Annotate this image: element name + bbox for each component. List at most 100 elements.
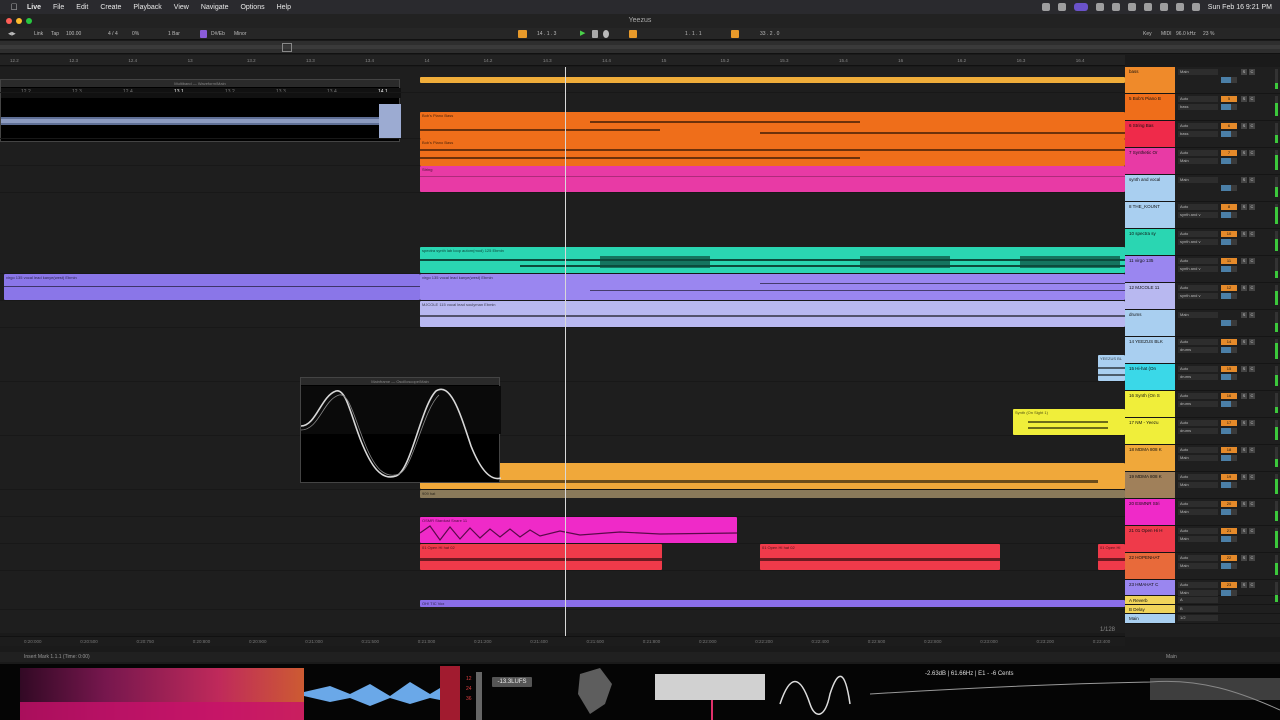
arrangement-overview[interactable] (0, 41, 1280, 54)
apple-icon[interactable]:  (9, 2, 19, 12)
track-input-select[interactable]: Auto (1178, 528, 1218, 534)
track-name[interactable]: 14 YEEZUS BLK (1129, 339, 1175, 344)
track-header[interactable]: 19 MDMA 808 K Auto Main 19 S C (1125, 472, 1280, 499)
track-activator-button[interactable]: 15 (1221, 366, 1237, 372)
time-ruler[interactable]: 0:20:000 0:20:500 0:20:750 0:20:800 0:20:900… (0, 636, 1125, 646)
track-volume-slider[interactable] (1221, 239, 1237, 245)
track-activator-button[interactable]: 6 (1221, 123, 1237, 129)
track-volume-slider[interactable] (1221, 266, 1237, 272)
track-header[interactable]: 16 Synth (On S Auto drums 16 S C (1125, 391, 1280, 418)
lane-virgo[interactable]: virgo 135 vocal lead kanye(west) Ebmin v… (0, 274, 1125, 301)
tempo-field[interactable]: 100.00 (66, 31, 81, 37)
overview-viewport[interactable] (282, 43, 292, 52)
track-volume-slider[interactable] (1221, 374, 1237, 380)
clip-vox-fx[interactable]: OH! TIC Vox (420, 600, 1125, 607)
track-name[interactable]: drums (1129, 312, 1175, 317)
chat-icon[interactable] (1095, 3, 1104, 11)
clip-808-kick[interactable]: 909 kick (420, 463, 1125, 489)
beat-time-ruler[interactable]: 12.2 12.3 12.4 13 13.2 13.3 13.4 14 14.2 14.3 14.4… (0, 55, 1125, 66)
menu-app[interactable]: Live (27, 4, 41, 11)
link-button[interactable]: Link (34, 31, 43, 37)
clip-spectra[interactable]: spectra synth lab loop autom(mod) 125 Eb… (420, 247, 1125, 273)
menu-playback[interactable]: Playback (133, 4, 161, 11)
track-output-select[interactable]: Main (1178, 455, 1218, 461)
scale-root-select[interactable]: D#/Eb (211, 31, 225, 37)
track-header[interactable]: 18 MDMA 808 K Auto Main 18 S C (1125, 445, 1280, 472)
track-name[interactable]: 19 MDMA 808 K (1129, 474, 1175, 479)
track-name[interactable]: 18 MDMA 808 K (1129, 447, 1175, 452)
track-activator-button[interactable]: 19 (1221, 474, 1237, 480)
track-header[interactable]: 8 THE_KOUNT Auto synth and v8SC (1125, 202, 1280, 229)
clip-piano-bass-2[interactable]: Bob's Piano Bass (420, 139, 1125, 166)
track-activator-button[interactable]: 22 (1221, 555, 1237, 561)
clip-yeezus[interactable]: YEEZUS BL (1098, 355, 1125, 381)
track-input-select[interactable]: Auto (1178, 474, 1218, 480)
track-name[interactable]: B Delay (1129, 607, 1175, 612)
track-volume-slider[interactable] (1221, 104, 1237, 110)
solo-button[interactable]: S (1241, 501, 1247, 507)
lane-synth-on-sight[interactable]: Synth (On Sight 1) (0, 409, 1125, 436)
key-map-button[interactable]: Key (1143, 31, 1152, 37)
record-button[interactable] (603, 30, 609, 38)
track-activator-button[interactable]: 17 (1221, 420, 1237, 426)
track-header[interactable]: 15 Hi-hat (On Auto drums 15 S C (1125, 364, 1280, 391)
scale-icon[interactable] (200, 30, 207, 38)
solo-button[interactable]: S (1241, 69, 1247, 75)
scale-name-select[interactable]: Minor (234, 31, 247, 37)
song-position-field[interactable]: 14 . 1 . 3 (537, 31, 556, 37)
track-input-select[interactable]: Auto (1178, 393, 1218, 399)
clip-open-hihat-3[interactable]: 01 Open HI (1098, 544, 1125, 570)
track-input-select[interactable]: Auto (1178, 582, 1218, 588)
track-name[interactable]: 7 Synthetic Or (1129, 150, 1175, 155)
control-center-icon[interactable] (1191, 3, 1200, 11)
arm-button[interactable]: C (1249, 528, 1255, 534)
solo-button[interactable]: S (1241, 447, 1247, 453)
tap-button[interactable]: Tap (51, 31, 59, 37)
solo-button[interactable]: S (1241, 339, 1247, 345)
solo-button[interactable]: S (1241, 393, 1247, 399)
arm-button[interactable]: C (1249, 96, 1255, 102)
arm-button[interactable]: C (1249, 555, 1255, 561)
lane-spectra[interactable]: spectra synth lab loop autom(mod) 125 Eb… (0, 247, 1125, 274)
track-input-select[interactable]: Auto (1178, 555, 1218, 561)
arm-button[interactable]: C (1249, 123, 1255, 129)
track-name[interactable]: 12 MJCOLE 11 (1129, 285, 1175, 290)
track-header[interactable]: 5 Bob's Piano B Auto bass 5 S C (1125, 94, 1280, 121)
oscilloscope-window[interactable]: Mainframe — Oscilloscope/Main (300, 377, 501, 483)
clip-open-hihat-2[interactable]: 01 Open HI hat 02 (760, 544, 1000, 570)
track-input-select[interactable]: Auto (1178, 285, 1218, 291)
track-header[interactable]: 12 MJCOLE 11 Auto synth and v 12 S C (1125, 283, 1280, 310)
track-activator-button[interactable]: 21 (1221, 528, 1237, 534)
track-volume-slider[interactable] (1221, 320, 1237, 326)
battery-icon[interactable] (1159, 3, 1168, 11)
track-volume-slider[interactable] (1221, 212, 1237, 218)
track-input-select[interactable]: Main (1178, 69, 1218, 75)
solo-button[interactable]: S (1241, 582, 1247, 588)
lane-808-hat[interactable]: 909 hat (0, 490, 1125, 517)
arm-button[interactable]: C (1249, 69, 1255, 75)
track-activator-button[interactable]: 14 (1221, 339, 1237, 345)
record-indicator-icon[interactable] (1073, 3, 1088, 11)
track-activator-button[interactable]: 20 (1221, 501, 1237, 507)
track-activator-button[interactable]: 16 (1221, 393, 1237, 399)
follow-button[interactable] (518, 30, 527, 38)
track-output-select[interactable]: synth and v (1178, 266, 1218, 272)
clip-808-hat[interactable]: 909 hat (420, 490, 1125, 498)
midi-map-button[interactable]: MIDI (1161, 31, 1172, 37)
solo-button[interactable]: S (1241, 123, 1247, 129)
arm-button[interactable]: C (1249, 339, 1255, 345)
playhead[interactable] (565, 67, 566, 637)
track-name[interactable]: 15 Hi-hat (On (1129, 366, 1175, 371)
solo-button[interactable]: S (1241, 528, 1247, 534)
clip-bass-group[interactable] (420, 77, 1125, 83)
solo-button[interactable]: S (1241, 555, 1247, 561)
track-output-select[interactable]: Main (1178, 536, 1218, 542)
cpu-field[interactable]: 0% (132, 31, 139, 37)
track-header[interactable]: 11 virgo 135 Auto synth and v 11 S C (1125, 256, 1280, 283)
track-name[interactable]: 16 Synth (On S (1129, 393, 1175, 398)
arm-button[interactable]: C (1249, 366, 1255, 372)
track-name[interactable]: 17 NM - Yeezu (1129, 420, 1175, 425)
wifi-icon[interactable] (1143, 3, 1152, 11)
track-header[interactable]: 7 Synthetic Or Auto Main 7 S C (1125, 148, 1280, 175)
track-header[interactable]: B Delay B (1125, 605, 1280, 614)
